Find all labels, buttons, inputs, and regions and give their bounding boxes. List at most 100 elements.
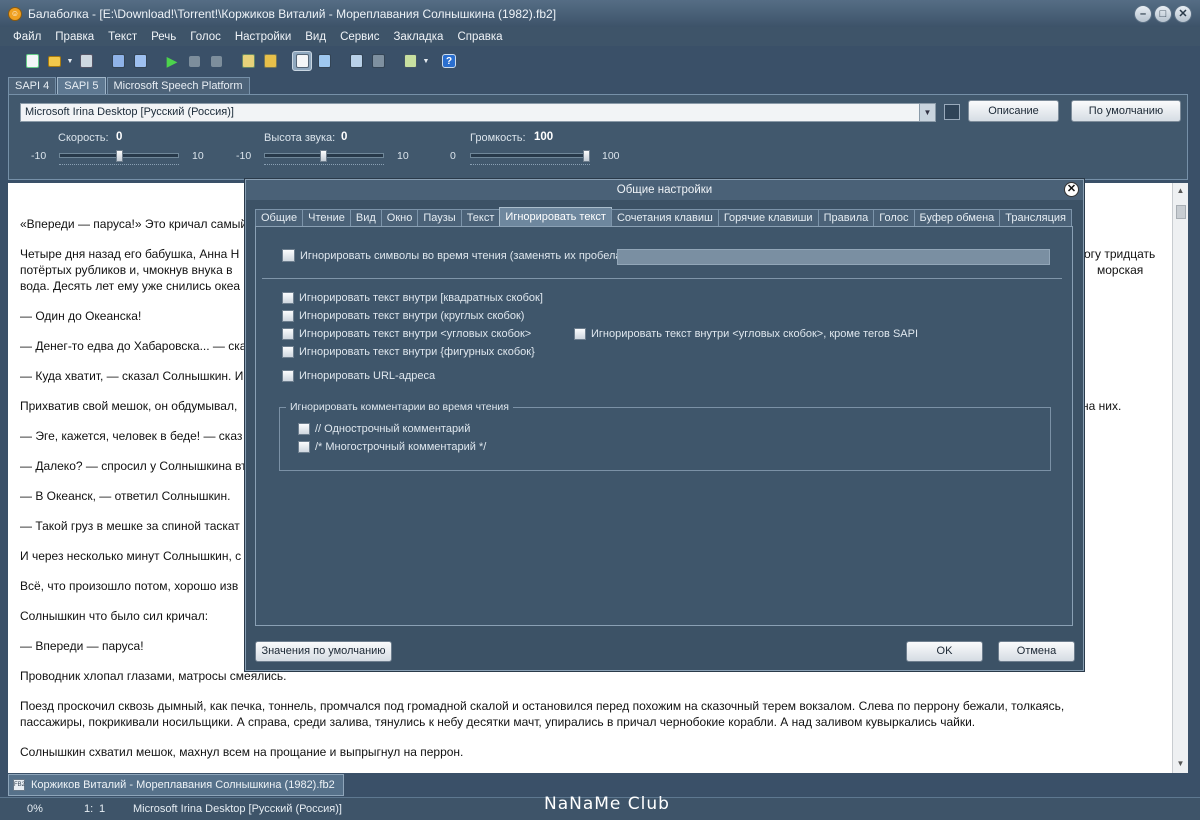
volume-slider-thumb[interactable] — [583, 150, 590, 162]
menu-tools[interactable]: Сервис — [333, 31, 386, 43]
voices-icon[interactable] — [314, 51, 334, 71]
play-icon[interactable]: ▶ — [162, 51, 182, 71]
doc-line: — Куда хватит, — сказал Солнышкин. И ч — [20, 369, 253, 383]
ignore-url-checkbox[interactable]: Игнорировать URL-адреса — [282, 370, 435, 382]
help-icon[interactable]: ? — [442, 54, 456, 68]
tab-clipboard[interactable]: Буфер обмена — [913, 209, 1001, 226]
rate-label: Скорость: — [58, 132, 109, 144]
scroll-up-icon[interactable]: ▲ — [1175, 186, 1186, 197]
export-icon[interactable] — [400, 51, 420, 71]
multi-line-comment-checkbox[interactable]: /* Многострочный комментарий */ — [298, 441, 486, 453]
tab-key-combos[interactable]: Сочетания клавиш — [610, 209, 719, 226]
tab-pauses[interactable]: Паузы — [417, 209, 462, 226]
dropdown-arrow-icon[interactable]: ▼ — [422, 51, 430, 71]
save-icon[interactable] — [76, 51, 96, 71]
dialog-tabs: Общие Чтение Вид Окно Паузы Текст Игнори… — [255, 207, 1072, 226]
doc-line: Четыре дня назад его бабушка, Анна Н — [20, 247, 240, 261]
scrollbar-thumb[interactable] — [1176, 205, 1186, 219]
volume-max: 100 — [602, 150, 620, 162]
tab-hotkeys[interactable]: Горячие клавиши — [717, 209, 819, 226]
tab-voice[interactable]: Голос — [873, 209, 915, 226]
ignore-round-checkbox[interactable]: Игнорировать текст внутри (круглых скобо… — [282, 310, 524, 322]
tab-sapi4[interactable]: SAPI 4 — [8, 77, 57, 94]
menu-view[interactable]: Вид — [298, 31, 333, 43]
open-folder-icon[interactable] — [44, 51, 64, 71]
menu-file[interactable]: Файл — [6, 31, 48, 43]
voice-option-checkbox[interactable] — [944, 104, 960, 120]
defaults-button[interactable]: Значения по умолчанию — [255, 641, 392, 662]
description-button[interactable]: Описание — [968, 100, 1059, 122]
ok-button[interactable]: OK — [906, 641, 983, 662]
app-icon: ☺ — [8, 6, 22, 21]
close-icon[interactable]: ✕ — [1174, 5, 1192, 23]
scroll-down-icon[interactable]: ▼ — [1175, 759, 1186, 770]
chevron-down-icon[interactable]: ▼ — [919, 104, 935, 121]
rate-min: -10 — [31, 150, 47, 162]
volume-slider-track[interactable] — [470, 153, 590, 158]
minimize-icon[interactable]: – — [1134, 5, 1152, 23]
ignore-angle-checkbox[interactable]: Игнорировать текст внутри <угловых скобо… — [282, 328, 531, 340]
tab-broadcast[interactable]: Трансляция — [999, 209, 1072, 226]
doc-line: Солнышкин схватил мешок, махнул всем на … — [20, 745, 464, 759]
doc-line: — Один до Океанска! — [20, 309, 142, 323]
volume-label: Громкость: — [470, 132, 526, 144]
menu-voice[interactable]: Голос — [183, 31, 228, 43]
tab-speech-platform[interactable]: Microsoft Speech Platform — [106, 77, 250, 94]
vertical-scrollbar[interactable]: ▲ ▼ — [1172, 183, 1188, 773]
batch-icon[interactable] — [368, 51, 388, 71]
document-tab-label: Коржиков Виталий - Мореплавания Солнышки… — [31, 779, 335, 791]
pitch-value: 0 — [341, 131, 348, 143]
tab-reading[interactable]: Чтение — [302, 209, 351, 226]
rate-slider-thumb[interactable] — [116, 150, 123, 162]
pitch-min: -10 — [236, 150, 252, 162]
pitch-ticks — [264, 162, 384, 165]
doc-line: И через несколько минут Солнышкин, с — [20, 549, 242, 563]
doc-line-fragment: морская — [1097, 263, 1144, 277]
settings-icon[interactable] — [292, 51, 312, 71]
tab-ignore-text[interactable]: Игнорировать текст — [499, 207, 612, 226]
comments-group — [279, 407, 1051, 471]
ignore-square-checkbox[interactable]: Игнорировать текст внутри [квадратных ск… — [282, 292, 543, 304]
tab-text[interactable]: Текст — [460, 209, 501, 226]
ignore-curly-checkbox[interactable]: Игнорировать текст внутри {фигурных скоб… — [282, 346, 535, 358]
status-col: 1 — [99, 803, 106, 815]
separator — [262, 278, 1062, 279]
menu-speech[interactable]: Речь — [144, 31, 183, 43]
dialog-title: Общие настройки — [246, 180, 1083, 200]
rate-value: 0 — [116, 131, 123, 143]
read-files-icon[interactable] — [260, 51, 280, 71]
ignore-symbols-input[interactable] — [617, 249, 1050, 265]
stop-icon[interactable] — [206, 51, 226, 71]
document-tab[interactable]: FB2 Коржиков Виталий - Мореплавания Солн… — [8, 774, 344, 796]
pitch-slider-thumb[interactable] — [320, 150, 327, 162]
menu-bookmark[interactable]: Закладка — [386, 31, 450, 43]
cancel-button[interactable]: Отмена — [998, 641, 1075, 662]
menu-help[interactable]: Справка — [450, 31, 509, 43]
split-audio-icon[interactable] — [130, 51, 150, 71]
tab-rules[interactable]: Правила — [817, 209, 875, 226]
default-voice-button[interactable]: По умолчанию — [1071, 100, 1181, 122]
tab-view[interactable]: Вид — [349, 209, 382, 226]
tab-general[interactable]: Общие — [255, 209, 304, 226]
menu-bar: Файл Правка Текст Речь Голос Настройки В… — [0, 27, 1200, 46]
new-file-icon[interactable] — [22, 51, 42, 71]
menu-edit[interactable]: Правка — [48, 31, 101, 43]
doc-line: Всё, что произошло потом, хорошо изв — [20, 579, 239, 593]
ignore-angle-sapi-checkbox[interactable]: Игнорировать текст внутри <угловых скобо… — [574, 328, 918, 340]
ignore-symbols-checkbox[interactable]: Игнорировать символы во время чтения (за… — [282, 249, 642, 262]
tab-sapi5[interactable]: SAPI 5 — [57, 77, 106, 94]
menu-settings[interactable]: Настройки — [228, 31, 298, 43]
settings-dialog: Общие настройки ✕ Общие Чтение Вид Окно … — [245, 179, 1084, 671]
convert-icon[interactable] — [346, 51, 366, 71]
close-icon[interactable]: ✕ — [1064, 182, 1079, 197]
save-as-audio-icon[interactable] — [108, 51, 128, 71]
tab-window[interactable]: Окно — [380, 209, 419, 226]
maximize-icon[interactable]: □ — [1154, 5, 1172, 23]
voice-select[interactable]: Microsoft Irina Desktop [Русский (Россия… — [20, 103, 936, 122]
read-clipboard-icon[interactable] — [238, 51, 258, 71]
volume-value: 100 — [534, 131, 554, 143]
pause-icon[interactable] — [184, 51, 204, 71]
menu-text[interactable]: Текст — [101, 31, 144, 43]
single-line-comment-checkbox[interactable]: // Однострочный комментарий — [298, 423, 470, 435]
dropdown-arrow-icon[interactable]: ▼ — [66, 51, 74, 71]
